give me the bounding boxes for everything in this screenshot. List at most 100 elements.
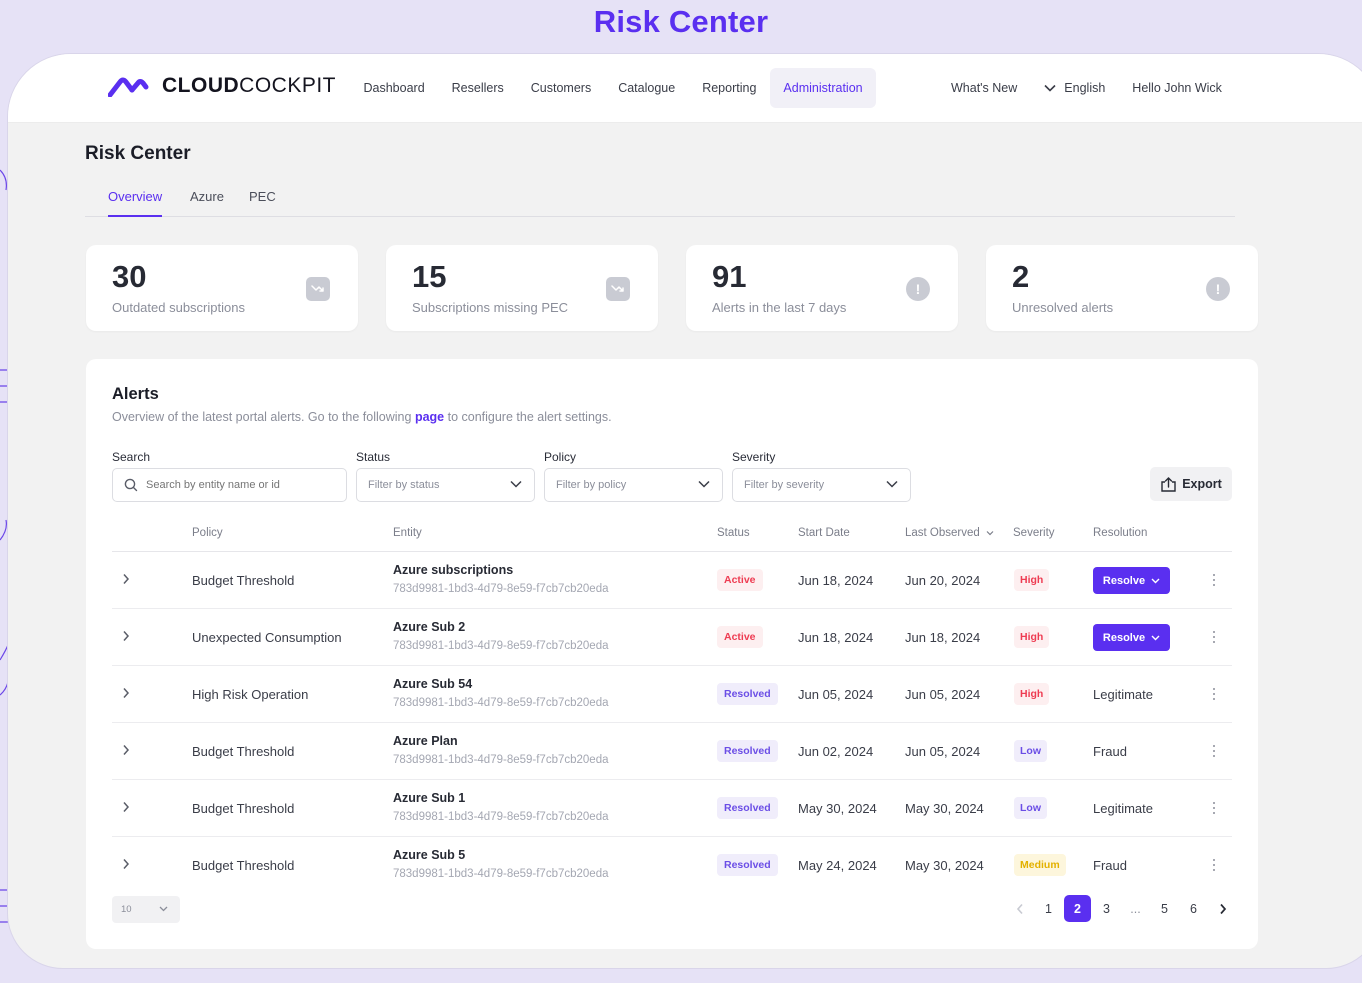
- nav-item-reporting[interactable]: Reporting: [689, 68, 770, 108]
- row-entity-name: Azure Sub 5: [393, 848, 466, 862]
- row-entity-id: 783d9981-1bd3-4d79-8e59-f7cb7cb20eda: [393, 811, 609, 823]
- chevron-right-icon[interactable]: [122, 629, 130, 647]
- row-entity-id: 783d9981-1bd3-4d79-8e59-f7cb7cb20eda: [393, 754, 609, 766]
- row-actions-menu-icon[interactable]: [1208, 686, 1220, 702]
- row-entity-id: 783d9981-1bd3-4d79-8e59-f7cb7cb20eda: [393, 868, 609, 880]
- row-last-observed: Jun 05, 2024: [905, 744, 981, 759]
- column-header-entity[interactable]: Entity: [393, 527, 422, 539]
- row-last-observed: Jun 20, 2024: [905, 573, 981, 588]
- nav-item-dashboard[interactable]: Dashboard: [350, 68, 438, 108]
- page-button-3[interactable]: 3: [1093, 895, 1120, 922]
- trend-down-icon: [606, 277, 630, 301]
- stat-card-outdated-subscriptions: 30 Outdated subscriptions: [86, 245, 358, 331]
- chevron-down-icon: [159, 906, 168, 912]
- row-actions-menu-icon[interactable]: [1208, 572, 1220, 588]
- row-start-date: Jun 18, 2024: [798, 573, 874, 588]
- row-last-observed: May 30, 2024: [905, 858, 984, 873]
- tab-overview[interactable]: Overview: [108, 189, 163, 217]
- stat-card-alerts-last-7-days: 91 Alerts in the last 7 days !: [686, 245, 958, 331]
- tab-bar: Overview Azure PEC: [85, 177, 1235, 217]
- column-header-resolution[interactable]: Resolution: [1093, 527, 1147, 539]
- column-header-last-observed[interactable]: Last Observed: [905, 527, 994, 539]
- column-header-start-date[interactable]: Start Date: [798, 527, 850, 539]
- row-actions-menu-icon[interactable]: [1208, 629, 1220, 645]
- chevron-down-icon: [886, 480, 898, 488]
- severity-filter-value: Filter by severity: [744, 479, 825, 491]
- policy-filter-value: Filter by policy: [556, 479, 627, 491]
- row-entity-name: Azure Plan: [393, 734, 458, 748]
- stat-label: Alerts in the last 7 days: [712, 300, 847, 315]
- user-greeting[interactable]: Hello John Wick: [1132, 81, 1222, 95]
- row-policy: High Risk Operation: [192, 687, 309, 702]
- column-header-status[interactable]: Status: [717, 527, 750, 539]
- column-header-last-observed-label: Last Observed: [905, 527, 980, 539]
- row-entity-id: 783d9981-1bd3-4d79-8e59-f7cb7cb20eda: [393, 583, 609, 595]
- column-header-severity[interactable]: Severity: [1013, 527, 1055, 539]
- search-input[interactable]: [146, 479, 326, 491]
- nav-right: What's New English Hello John Wick: [951, 68, 1249, 108]
- table-row[interactable]: Budget Threshold Azure Plan 783d9981-1bd…: [112, 723, 1232, 780]
- row-policy: Budget Threshold: [192, 744, 295, 759]
- language-selector[interactable]: English: [1044, 81, 1105, 95]
- severity-badge: High: [1014, 683, 1050, 705]
- row-resolution: Legitimate: [1093, 801, 1153, 816]
- prev-page-button[interactable]: [1006, 895, 1033, 922]
- export-label: Export: [1182, 477, 1222, 491]
- logo[interactable]: CLOUDCOCKPIT: [108, 74, 336, 98]
- chevron-right-icon[interactable]: [122, 743, 130, 761]
- chevron-right-icon[interactable]: [122, 800, 130, 818]
- resolve-label: Resolve: [1102, 574, 1146, 587]
- logo-text-thin: COCKPIT: [239, 74, 337, 97]
- export-button[interactable]: Export: [1150, 467, 1232, 501]
- next-page-button[interactable]: [1209, 895, 1236, 922]
- nav-item-customers[interactable]: Customers: [517, 68, 604, 108]
- tab-azure[interactable]: Azure: [190, 189, 224, 215]
- whats-new-link[interactable]: What's New: [951, 81, 1017, 95]
- chevron-right-icon[interactable]: [122, 857, 130, 875]
- resolve-button[interactable]: Resolve: [1093, 567, 1170, 594]
- settings-page-link[interactable]: page: [415, 410, 444, 424]
- row-entity-id: 783d9981-1bd3-4d79-8e59-f7cb7cb20eda: [393, 697, 609, 709]
- table-row[interactable]: Budget Threshold Azure Sub 5 783d9981-1b…: [112, 837, 1232, 894]
- chevron-right-icon[interactable]: [122, 686, 130, 704]
- row-policy: Budget Threshold: [192, 573, 295, 588]
- search-field[interactable]: [112, 468, 347, 502]
- status-badge: Resolved: [717, 740, 778, 762]
- page-button-5[interactable]: 5: [1151, 895, 1178, 922]
- severity-filter-select[interactable]: Filter by severity: [732, 468, 911, 502]
- row-last-observed: Jun 18, 2024: [905, 630, 981, 645]
- row-resolution: Fraud: [1093, 744, 1127, 759]
- nav-item-resellers[interactable]: Resellers: [438, 68, 517, 108]
- severity-badge: Medium: [1014, 854, 1066, 876]
- table-row[interactable]: Unexpected Consumption Azure Sub 2 783d9…: [112, 609, 1232, 666]
- stat-label: Subscriptions missing PEC: [412, 300, 569, 315]
- pagination: 1 2 3 ... 5 6: [1006, 895, 1238, 922]
- policy-filter-select[interactable]: Filter by policy: [544, 468, 723, 502]
- resolve-button[interactable]: Resolve: [1093, 624, 1170, 651]
- logo-text-bold: CLOUD: [162, 74, 240, 97]
- page-button-6[interactable]: 6: [1180, 895, 1207, 922]
- row-resolution: Legitimate: [1093, 687, 1153, 702]
- tab-pec[interactable]: PEC: [249, 189, 276, 215]
- logo-text: CLOUDCOCKPIT: [162, 74, 336, 98]
- row-actions-menu-icon[interactable]: [1208, 857, 1220, 873]
- severity-badge: High: [1014, 569, 1050, 591]
- chevron-right-icon[interactable]: [122, 572, 130, 590]
- table-row[interactable]: Budget Threshold Azure subscriptions 783…: [112, 552, 1232, 609]
- row-actions-menu-icon[interactable]: [1208, 743, 1220, 759]
- page-button-1[interactable]: 1: [1035, 895, 1062, 922]
- language-label: English: [1064, 81, 1106, 95]
- row-actions-menu-icon[interactable]: [1208, 800, 1220, 816]
- row-entity-id: 783d9981-1bd3-4d79-8e59-f7cb7cb20eda: [393, 640, 609, 652]
- page-size-select[interactable]: 10: [112, 896, 180, 923]
- table-row[interactable]: High Risk Operation Azure Sub 54 783d998…: [112, 666, 1232, 723]
- status-filter-select[interactable]: Filter by status: [356, 468, 535, 502]
- nav-item-administration[interactable]: Administration: [769, 68, 877, 108]
- table-row[interactable]: Budget Threshold Azure Sub 1 783d9981-1b…: [112, 780, 1232, 837]
- row-entity-name: Azure Sub 1: [393, 791, 466, 805]
- nav-item-catalogue[interactable]: Catalogue: [605, 68, 689, 108]
- stat-label: Unresolved alerts: [1012, 300, 1114, 315]
- page-button-2[interactable]: 2: [1064, 895, 1091, 922]
- row-entity-name: Azure subscriptions: [393, 563, 514, 577]
- column-header-policy[interactable]: Policy: [192, 527, 223, 539]
